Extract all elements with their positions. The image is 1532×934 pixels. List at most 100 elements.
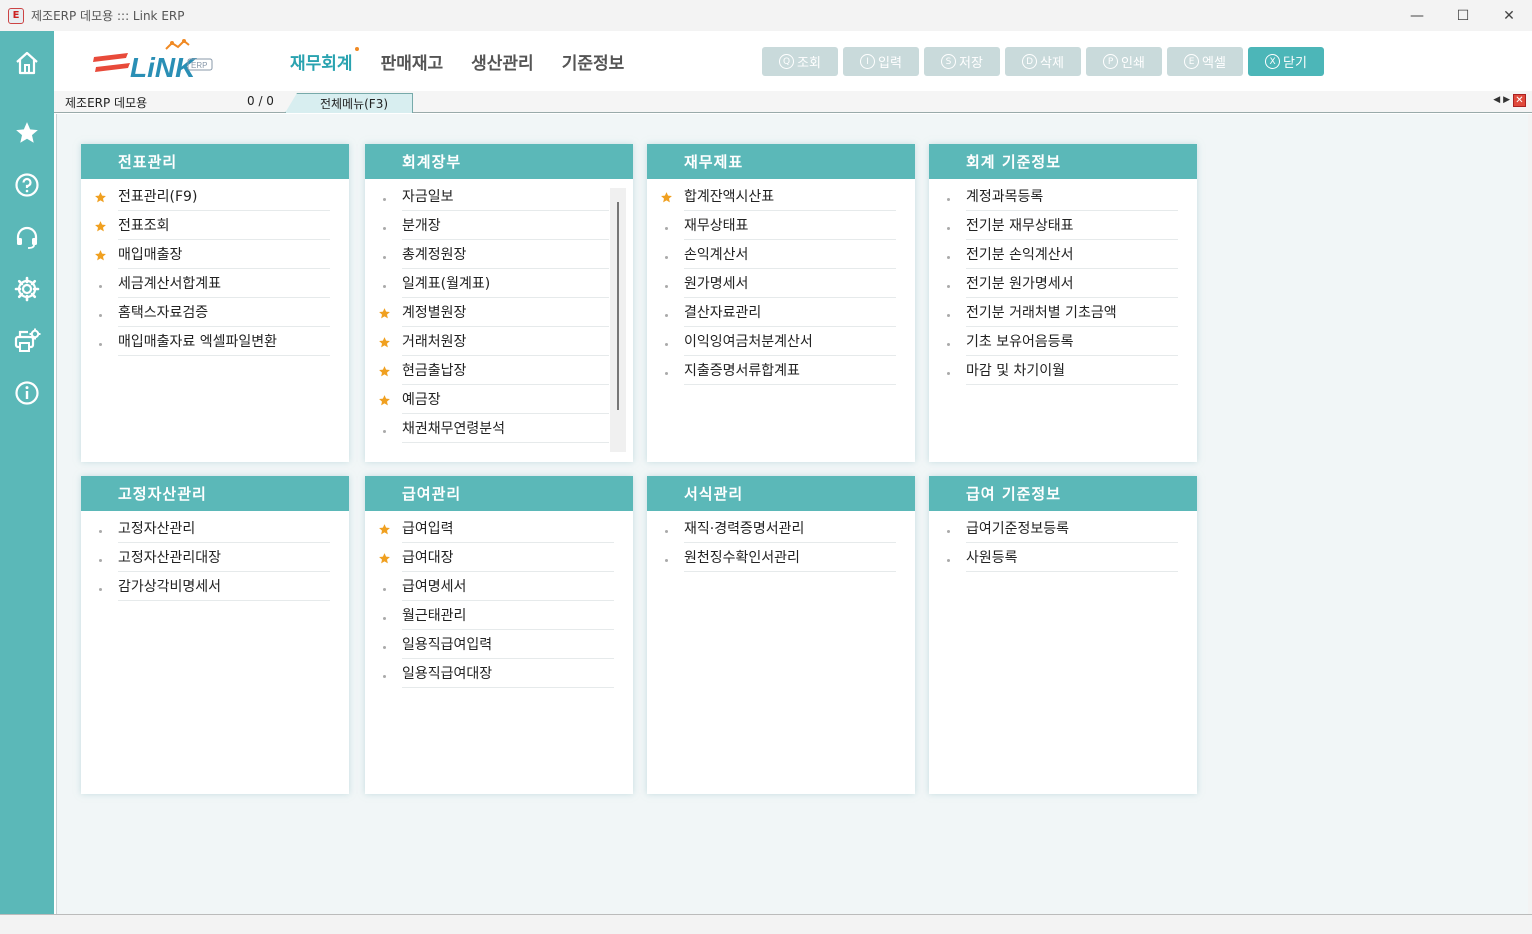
menu-item[interactable]: 기초 보유어음등록	[946, 327, 1178, 356]
panel-menu-list: 합계잔액시산표 재무상태표손익계산서원가명세서 결산자료관리 이익잉여금처분계산서지출…	[647, 179, 915, 385]
menu-item[interactable]: 세금계산서합계표	[98, 269, 330, 298]
menu-item[interactable]: 전기분 손익계산서	[946, 240, 1178, 269]
menu-item[interactable]: 전기분 거래처별 기초금액	[946, 298, 1178, 327]
menu-item-label: 매입매출장	[118, 247, 183, 263]
tab-scroll-arrows[interactable]: ◀ ▶	[1493, 95, 1510, 105]
toolbar-button-p[interactable]: P 인쇄	[1086, 47, 1162, 76]
minimize-button[interactable]: —	[1394, 0, 1440, 31]
favorite-star-icon[interactable]	[93, 219, 107, 233]
menu-item[interactable]: 이익잉여금처분계산서	[664, 327, 896, 356]
menu-item[interactable]: 손익계산서	[664, 240, 896, 269]
menu-item[interactable]: 계정별원장	[378, 298, 609, 327]
favorite-star-icon[interactable]	[659, 190, 673, 204]
toolbar-button-q[interactable]: Q 조회	[762, 47, 838, 76]
shortcut-key-icon: E	[1184, 54, 1200, 69]
favorite-star-icon[interactable]	[377, 306, 391, 320]
menu-item[interactable]: 현금출납장	[378, 356, 609, 385]
gear-icon[interactable]	[13, 275, 41, 303]
menu-item[interactable]: 원가명세서	[664, 269, 896, 298]
home-icon[interactable]	[13, 49, 41, 77]
menu-item[interactable]: 전기분 재무상태표	[946, 211, 1178, 240]
printer-settings-icon[interactable]	[13, 327, 41, 355]
menu-item[interactable]: 재직·경력증명서관리	[664, 514, 896, 543]
menu-item[interactable]: 고정자산관리대장	[98, 543, 330, 572]
menu-panel: 전표관리 전표관리(F9) 전표조회 매입매출장 세금계산서합계표 홈택스자료검증 매입매출…	[81, 144, 349, 462]
menu-item[interactable]: 채권채무연령분석	[382, 414, 609, 443]
menu-item[interactable]: 매입매출자료 엑셀파일변환	[98, 327, 330, 356]
close-window-button[interactable]: ✕	[1486, 0, 1532, 31]
toolbar-button-i[interactable]: I 입력	[843, 47, 919, 76]
favorite-star-icon[interactable]	[93, 190, 107, 204]
favorite-star-icon[interactable]	[377, 551, 391, 565]
menu-item[interactable]: 급여기준정보등록	[946, 514, 1178, 543]
menu-item[interactable]: 자금일보	[382, 182, 609, 211]
menu-item-label: 월근태관리	[402, 608, 467, 624]
menu-item[interactable]: 전표조회	[94, 211, 330, 240]
menu-item[interactable]: 사원등록	[946, 543, 1178, 572]
panel-title: 회계 기준정보	[929, 144, 1197, 179]
panel-title: 재무제표	[647, 144, 915, 179]
bullet-dot-icon	[659, 335, 673, 349]
favorite-star-icon[interactable]	[93, 248, 107, 262]
menu-item[interactable]: 급여대장	[378, 543, 614, 572]
menu-item[interactable]: 거래처원장	[378, 327, 609, 356]
menu-item-label: 손익계산서	[684, 247, 749, 263]
favorite-star-icon[interactable]	[377, 393, 391, 407]
shortcut-key-icon: D	[1022, 54, 1038, 69]
menu-item[interactable]: 급여명세서	[382, 572, 614, 601]
favorite-star-icon[interactable]	[377, 335, 391, 349]
maximize-button[interactable]: ☐	[1440, 0, 1486, 31]
favorite-star-icon[interactable]	[377, 364, 391, 378]
menu-item[interactable]: 감가상각비명세서	[98, 572, 330, 601]
bullet-dot-icon	[377, 219, 391, 233]
bullet-dot-icon	[93, 580, 107, 594]
info-icon[interactable]	[13, 379, 41, 407]
menu-item-label: 매입매출자료 엑셀파일변환	[118, 334, 278, 350]
menu-item-label: 지출증명서류합계표	[684, 363, 800, 379]
menu-item[interactable]: 월근태관리	[382, 601, 614, 630]
menu-item-label: 계정별원장	[402, 305, 467, 321]
menu-item[interactable]: 예금장	[378, 385, 609, 414]
nav-item-2[interactable]: 생산관리	[471, 49, 534, 74]
bullet-dot-icon	[377, 638, 391, 652]
window-titlebar: E 제조ERP 데모용 ::: Link ERP — ☐ ✕	[0, 0, 1532, 31]
menu-item[interactable]: 일용직급여입력	[382, 630, 614, 659]
menu-item[interactable]: 재무상태표	[664, 211, 896, 240]
menu-item[interactable]: 계정과목등록	[946, 182, 1178, 211]
nav-item-3[interactable]: 기준정보	[562, 49, 625, 74]
headset-icon[interactable]	[13, 223, 41, 251]
tab-all-menu[interactable]: 전체메뉴(F3)	[285, 93, 413, 113]
favorite-star-icon[interactable]	[377, 522, 391, 536]
menu-item[interactable]: 고정자산관리	[98, 514, 330, 543]
toolbar-button-e[interactable]: E 엑셀	[1167, 47, 1243, 76]
menu-item-label: 전기분 거래처별 기초금액	[966, 305, 1117, 321]
menu-item[interactable]: 급여입력	[378, 514, 614, 543]
menu-item[interactable]: 전기분 원가명세서	[946, 269, 1178, 298]
menu-item[interactable]: 매입매출장	[94, 240, 330, 269]
menu-item[interactable]: 총계정원장	[382, 240, 609, 269]
menu-item-label: 사원등록	[966, 550, 1018, 566]
panel-scrollbar[interactable]	[610, 188, 626, 452]
close-tab-icon[interactable]: ✕	[1513, 94, 1526, 107]
scrollbar-thumb[interactable]	[617, 202, 619, 410]
menu-item[interactable]: 지출증명서류합계표	[664, 356, 896, 385]
toolbar-button-x[interactable]: X 닫기	[1248, 47, 1324, 76]
menu-item[interactable]: 마감 및 차기이월	[946, 356, 1178, 385]
menu-item[interactable]: 결산자료관리	[664, 298, 896, 327]
menu-item[interactable]: 전표관리(F9)	[94, 182, 330, 211]
nav-item-0[interactable]: 재무회계	[290, 47, 359, 74]
menu-item-label: 감가상각비명세서	[118, 579, 222, 595]
menu-item[interactable]: 원천징수확인서관리	[664, 543, 896, 572]
toolbar-button-d[interactable]: D 삭제	[1005, 47, 1081, 76]
menu-item[interactable]: 일용직급여대장	[382, 659, 614, 688]
menu-item[interactable]: 일계표(월계표)	[382, 269, 609, 298]
star-icon[interactable]	[13, 119, 41, 147]
nav-item-1[interactable]: 판매재고	[381, 49, 444, 74]
menu-item[interactable]: 홈택스자료검증	[98, 298, 330, 327]
menu-item[interactable]: 합계잔액시산표	[660, 182, 896, 211]
toolbar-button-s[interactable]: S 저장	[924, 47, 1000, 76]
help-icon[interactable]	[13, 171, 41, 199]
bullet-dot-icon	[377, 609, 391, 623]
panel-menu-list: 계정과목등록 전기분 재무상태표 전기분 손익계산서 전기분 원가명세서전기분 거래처…	[929, 179, 1197, 385]
menu-item[interactable]: 분개장	[382, 211, 609, 240]
